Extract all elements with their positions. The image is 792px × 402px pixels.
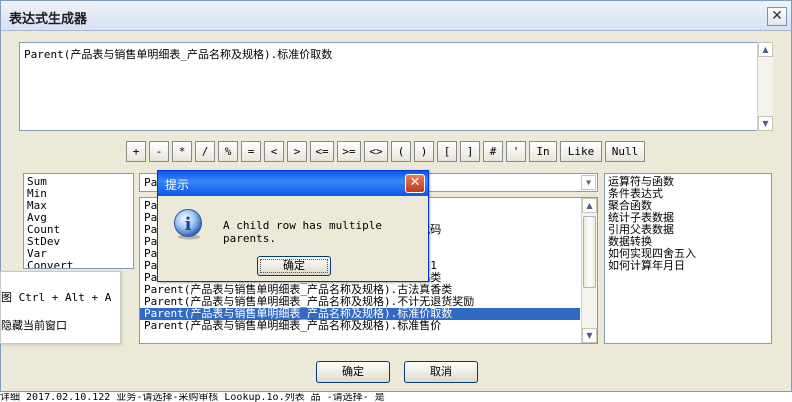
- background-table-row: 详细 2017.02.10.122 业务-请选择-采购审核 Lookup.1o.…: [0, 393, 792, 402]
- info-icon: i: [174, 209, 202, 240]
- operator-button[interactable]: Like: [560, 141, 602, 162]
- operator-button[interactable]: =: [241, 141, 261, 162]
- operator-button[interactable]: (: [391, 141, 411, 162]
- list-item[interactable]: 如何计算年月日: [605, 260, 771, 272]
- operator-button[interactable]: ': [506, 141, 526, 162]
- expression-editor[interactable]: Parent(产品表与销售单明细表_产品名称及规格).标准价取数: [19, 42, 773, 131]
- table-select-value: Pa: [144, 176, 158, 189]
- operator-button[interactable]: [: [437, 141, 457, 162]
- alert-ok-button[interactable]: 确定: [257, 256, 331, 276]
- operator-button[interactable]: <>: [364, 141, 388, 162]
- operator-button[interactable]: /: [195, 141, 215, 162]
- function-list[interactable]: Sum Min Max Avg Count StDev Var Convert: [23, 173, 134, 269]
- window-title: 表达式生成器: [9, 12, 88, 27]
- operator-button[interactable]: <: [264, 141, 284, 162]
- list-item[interactable]: Parent(产品表与销售单明细表_产品名称及规格).标准售价: [140, 320, 580, 332]
- cancel-button[interactable]: 取消: [404, 361, 478, 383]
- alert-title-bar: 提示 ✕: [158, 171, 428, 196]
- shortcut-hint[interactable]: 图 Ctrl + Alt + A: [1, 289, 111, 305]
- scroll-up-arrow-icon[interactable]: ▲: [582, 198, 597, 213]
- scroll-down-arrow-icon[interactable]: ▼: [758, 116, 773, 131]
- screenshot-tooltip: 图 Ctrl + Alt + A 隐藏当前窗口: [0, 271, 121, 344]
- close-button[interactable]: ✕: [767, 7, 787, 26]
- svg-text:i: i: [185, 214, 192, 235]
- operator-button[interactable]: ): [414, 141, 434, 162]
- operator-button[interactable]: ]: [460, 141, 480, 162]
- field-list-scrollbar[interactable]: ▲ ▼: [581, 198, 597, 343]
- operator-button[interactable]: %: [218, 141, 238, 162]
- expression-editor-wrap: Parent(产品表与销售单明细表_产品名称及规格).标准价取数 ▲ ▼: [19, 42, 773, 131]
- operator-button[interactable]: #: [483, 141, 503, 162]
- operator-button[interactable]: In: [529, 141, 557, 162]
- operator-button[interactable]: Null: [605, 141, 645, 162]
- expression-scrollbar[interactable]: ▲ ▼: [757, 42, 773, 131]
- scroll-thumb[interactable]: [583, 216, 596, 288]
- scroll-up-arrow-icon[interactable]: ▲: [758, 42, 773, 57]
- operator-button[interactable]: -: [149, 141, 169, 162]
- title-bar: 表达式生成器 ✕: [1, 1, 791, 31]
- operator-button[interactable]: *: [172, 141, 192, 162]
- operator-button[interactable]: <=: [310, 141, 334, 162]
- operator-button[interactable]: >: [287, 141, 307, 162]
- chevron-down-icon[interactable]: ▼: [581, 175, 596, 190]
- alert-message: A child row has multiple parents.: [223, 219, 382, 245]
- list-item[interactable]: Convert: [24, 260, 133, 269]
- ok-button[interactable]: 确定: [316, 361, 390, 383]
- operator-button[interactable]: +: [126, 141, 146, 162]
- hide-window-link[interactable]: 隐藏当前窗口: [1, 317, 67, 333]
- operator-button[interactable]: >=: [337, 141, 361, 162]
- help-list[interactable]: 运算符与函数 条件表达式 聚合函数 统计子表数据 引用父表数据 数据转换 如何实现四舍五入如…: [604, 173, 772, 344]
- scroll-down-arrow-icon[interactable]: ▼: [582, 328, 597, 343]
- alert-title: 提示: [165, 178, 190, 192]
- alert-dialog: 提示 ✕ i A child row has multiple parents.…: [157, 170, 429, 282]
- alert-close-button[interactable]: ✕: [405, 174, 425, 193]
